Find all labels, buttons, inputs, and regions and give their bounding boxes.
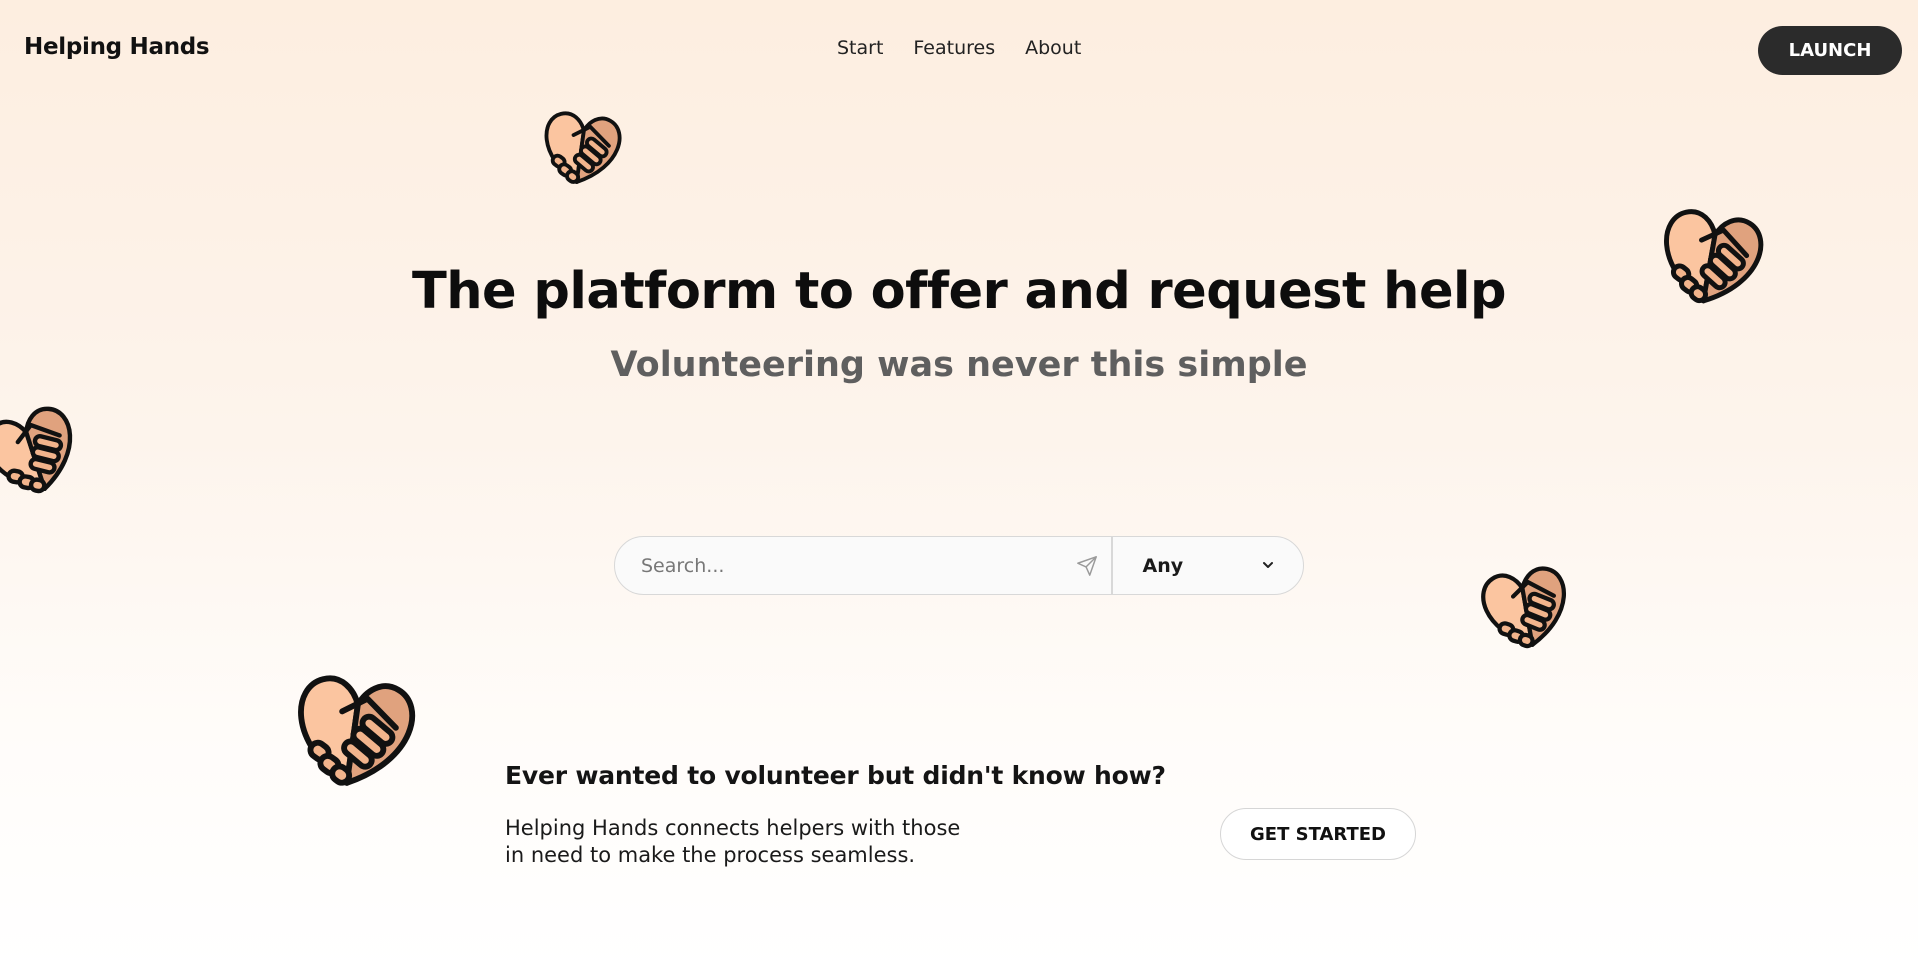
heart-handshake-icon: [532, 96, 632, 192]
hero-subtitle: Volunteering was never this simple: [610, 345, 1308, 385]
heart-handshake-icon: [1470, 550, 1580, 656]
filter-selected-value: Any: [1142, 554, 1184, 577]
brand-logo-text[interactable]: Helping Hands: [24, 34, 210, 60]
nav-features[interactable]: Features: [913, 37, 995, 59]
nav-about[interactable]: About: [1025, 37, 1081, 59]
nav-start[interactable]: Start: [837, 37, 883, 59]
filter-select[interactable]: Any: [1113, 537, 1304, 594]
main-nav: Start Features About: [837, 37, 1081, 59]
search-bar: Any: [614, 536, 1304, 595]
search-input[interactable]: [615, 537, 1063, 594]
cta-heading: Ever wanted to volunteer but didn't know…: [505, 761, 1166, 790]
cta-description-line: Helping Hands connects helpers with thos…: [505, 816, 961, 840]
launch-button[interactable]: LAUNCH: [1758, 26, 1902, 75]
heart-handshake-icon: [0, 392, 88, 502]
chevron-down-icon: [1261, 555, 1275, 577]
cta-description-line: in need to make the process seamless.: [505, 843, 916, 867]
paper-plane-icon[interactable]: [1063, 555, 1111, 577]
heart-handshake-icon: [280, 652, 430, 798]
hero-title: The platform to offer and request help: [411, 262, 1507, 321]
get-started-button[interactable]: GET STARTED: [1220, 808, 1416, 860]
cta-description: Helping Hands connects helpers with thos…: [505, 815, 1005, 869]
